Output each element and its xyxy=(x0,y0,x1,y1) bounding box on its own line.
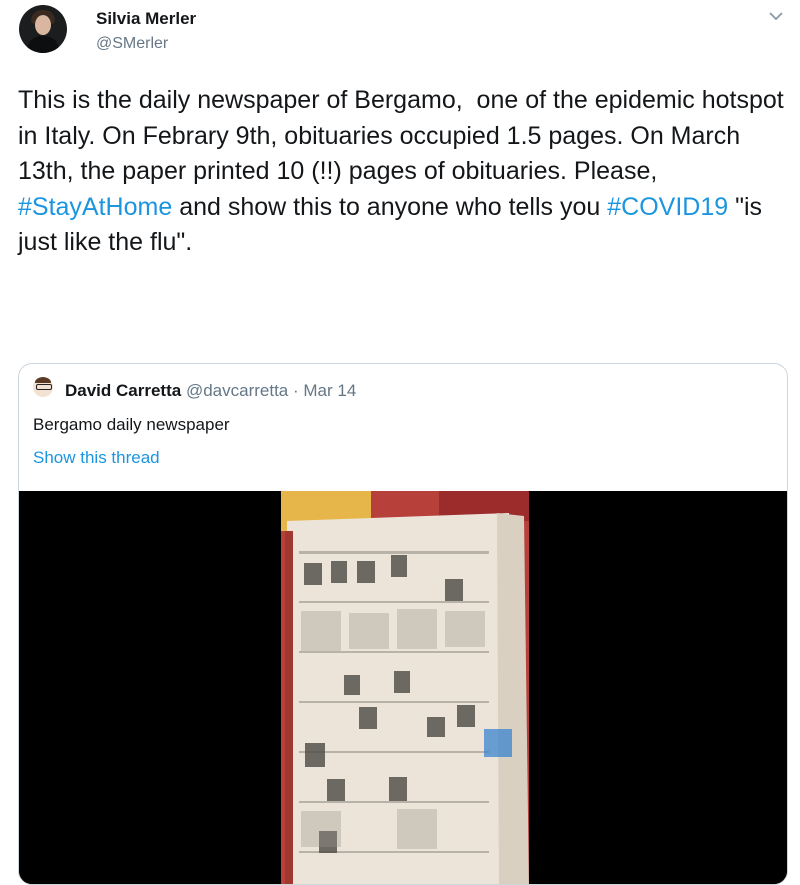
hashtag-covid19-link[interactable]: #COVID19 xyxy=(607,193,728,221)
hashtag-stayathome-link[interactable]: #StayAtHome xyxy=(18,193,172,221)
show-thread-link[interactable]: Show this thread xyxy=(33,448,160,468)
quoted-tweet-header: David Carretta @davcarretta · Mar 14 xyxy=(65,381,356,401)
quoted-author-name: David Carretta xyxy=(65,381,182,400)
quoted-author-handle: @davcarretta xyxy=(185,381,289,400)
tweet-text-part: This is the daily newspaper of Bergamo, … xyxy=(18,86,791,185)
video-media[interactable] xyxy=(19,491,787,884)
quoted-tweet-date: Mar 14 xyxy=(303,381,357,400)
quoted-tweet-text: Bergamo daily newspaper xyxy=(33,415,230,434)
chevron-down-icon[interactable] xyxy=(768,10,784,22)
author-name[interactable]: Silvia Merler xyxy=(96,9,196,29)
newspaper-video-frame xyxy=(19,491,787,884)
separator-dot: · xyxy=(288,381,304,400)
author-handle[interactable]: @SMerler xyxy=(96,35,168,53)
tweet-text-part: and show this to anyone who tells you xyxy=(172,192,608,221)
tweet-text: This is the daily newspaper of Bergamo, … xyxy=(18,83,788,261)
quoted-author-avatar xyxy=(33,377,53,397)
author-avatar[interactable] xyxy=(19,5,67,53)
quoted-tweet-card[interactable]: David Carretta @davcarretta · Mar 14 Ber… xyxy=(18,363,788,885)
